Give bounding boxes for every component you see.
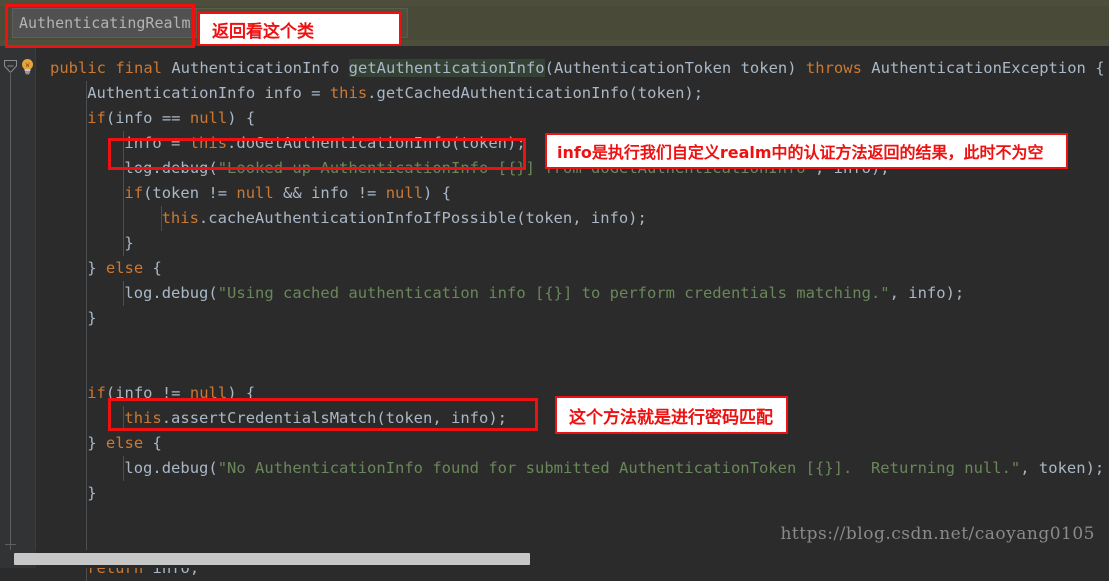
code-editor[interactable]: W public final AuthenticationInfo getAut…: [0, 46, 1109, 581]
watermark-url: https://blog.csdn.net/caoyang0105: [780, 524, 1095, 544]
callout-note-info: info是执行我们自定义realm中的认证方法返回的结果，此时不为空: [545, 133, 1068, 169]
code-token: final: [115, 59, 163, 77]
code-token: throws: [805, 59, 862, 77]
code-line: AuthenticationInfo info = this.getCached…: [87, 81, 703, 106]
code-token: if: [124, 184, 144, 202]
code-token: }: [87, 259, 106, 277]
code-line: }: [124, 231, 133, 256]
code-line: this.cacheAuthenticationInfoIfPossible(t…: [162, 206, 647, 231]
code-token: getAuthenticationInfo: [348, 59, 545, 77]
code-token: (info ==: [105, 109, 190, 127]
code-line: log.debug("No AuthenticationInfo found f…: [124, 456, 1104, 481]
callout-note-assert: 这个方法就是进行密码匹配: [555, 396, 788, 434]
code-token: public: [50, 59, 106, 77]
code-token: null: [385, 184, 424, 202]
code-token: AuthenticationInfo: [162, 59, 349, 77]
code-line: } else {: [87, 431, 162, 456]
code-token: }: [87, 434, 106, 452]
lightbulb-intention-icon[interactable]: W: [20, 58, 35, 75]
svg-text:W: W: [26, 62, 30, 69]
code-token: (AuthenticationToken token): [544, 59, 806, 77]
code-token: if: [87, 109, 106, 127]
highlight-box-class: [5, 4, 195, 48]
code-content[interactable]: public final AuthenticationInfo getAuthe…: [36, 46, 1109, 581]
code-token: ) {: [423, 184, 452, 202]
code-token: else: [105, 434, 144, 452]
code-fold-stem: [10, 72, 11, 550]
code-line: log.debug("Using cached authentication i…: [124, 281, 964, 306]
code-token: "Using cached authentication info [{}] t…: [217, 284, 890, 302]
code-token: if: [87, 384, 106, 402]
code-token: else: [105, 259, 144, 277]
code-token: this: [161, 209, 199, 227]
code-token: "No AuthenticationInfo found for submitt…: [217, 459, 1021, 477]
code-token: && info !=: [273, 184, 386, 202]
indent-guide: [123, 281, 125, 306]
highlight-box-assertcredentialsmatch: [108, 398, 538, 431]
code-token: }: [124, 234, 134, 252]
code-token: }: [87, 309, 97, 327]
code-token: .cacheAuthenticationInfoIfPossible(token…: [198, 209, 647, 227]
highlight-box-dogetauthenticationinfo: [108, 138, 526, 170]
code-token: ) {: [227, 109, 256, 127]
code-token: AuthenticationInfo info =: [87, 84, 330, 102]
code-token: , token);: [1020, 459, 1105, 477]
code-fold-foot: [5, 544, 16, 545]
code-line: }: [87, 481, 96, 506]
code-token: (token !=: [143, 184, 237, 202]
horizontal-scrollbar-track[interactable]: [0, 550, 1109, 568]
code-token: {: [143, 259, 162, 277]
code-line: if(info == null) {: [87, 106, 255, 131]
code-token: log.debug(: [124, 284, 218, 302]
horizontal-scrollbar-thumb[interactable]: [14, 553, 530, 565]
code-token: null: [236, 184, 274, 202]
indent-guide: [123, 456, 125, 481]
code-line: }: [87, 306, 96, 331]
code-token: AuthenticationException {: [861, 59, 1105, 77]
code-token: {: [143, 434, 162, 452]
code-line: } else {: [87, 256, 162, 281]
indent-guide: [160, 206, 162, 231]
code-token: }: [87, 484, 97, 502]
code-token: log.debug(: [124, 459, 218, 477]
code-token: null: [189, 109, 228, 127]
code-line: if(token != null && info != null) {: [124, 181, 451, 206]
code-line: public final AuthenticationInfo getAuthe…: [50, 56, 1105, 81]
callout-note-top: 返回看这个类: [198, 12, 401, 46]
code-token: .getCachedAuthenticationInfo(token);: [367, 84, 704, 102]
code-token: this: [329, 84, 368, 102]
indent-guide: [86, 81, 88, 581]
editor-gutter[interactable]: [0, 46, 36, 550]
code-token: , info);: [889, 284, 965, 302]
